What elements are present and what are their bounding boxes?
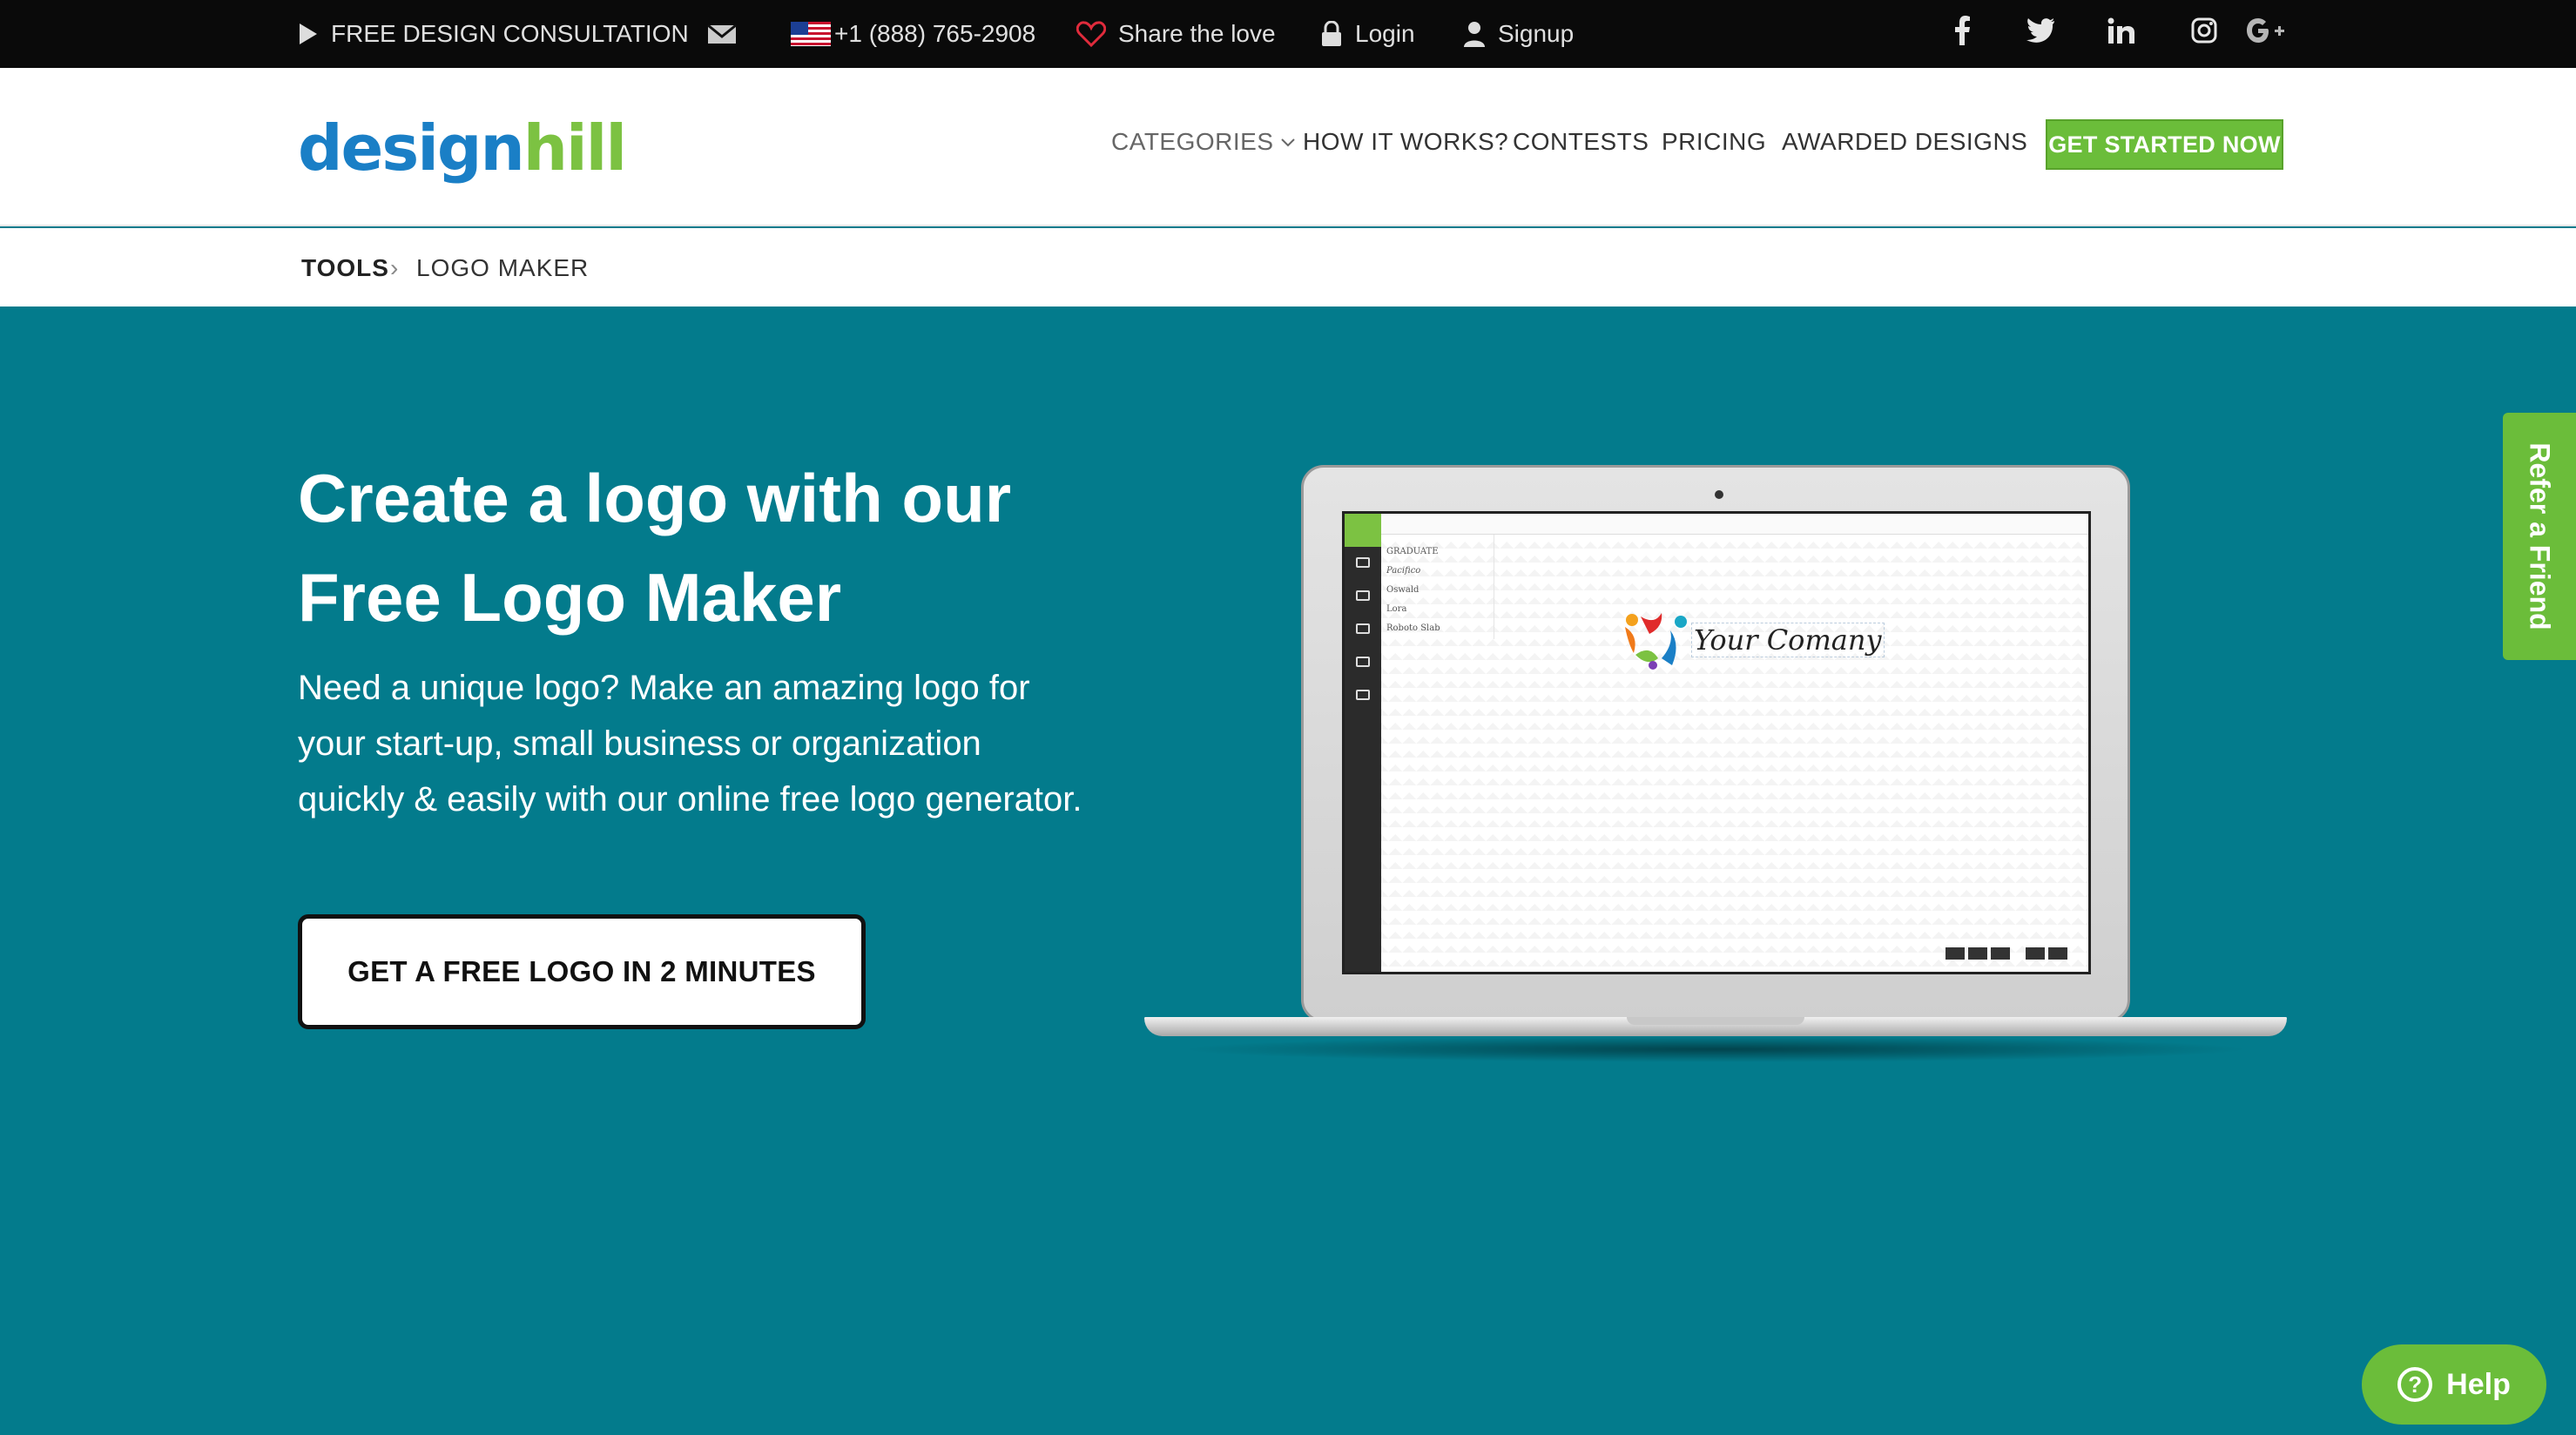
mock-font-list: GRADUATE Pacifico Oswald Lora Roboto Sla…	[1381, 535, 1494, 639]
hero-description-line-1: Need a unique logo? Make an amazing logo…	[298, 669, 1030, 707]
login-link[interactable]: Login	[1320, 0, 1415, 68]
help-label: Help	[2446, 1367, 2511, 1401]
mock-logo-mark-icon	[1625, 613, 1687, 670]
get-started-button[interactable]: GET STARTED NOW	[2046, 119, 2283, 170]
nav-pricing-label: PRICING	[1662, 128, 1767, 155]
hero-title: Create a logo with our Free Logo Maker	[298, 448, 1169, 647]
hero-title-line-1: Create a logo with our	[298, 460, 1012, 536]
free-consultation-label: FREE DESIGN CONSULTATION	[331, 20, 689, 47]
refer-a-friend-tab[interactable]: Refer a Friend	[2503, 413, 2576, 660]
help-button[interactable]: ? Help	[2362, 1344, 2546, 1425]
laptop-shadow	[1179, 1036, 2252, 1062]
facebook-icon[interactable]	[1954, 0, 1970, 61]
refer-a-friend-label: Refer a Friend	[2524, 442, 2556, 630]
mock-keyboard-icon	[2026, 947, 2045, 960]
nav-categories-label: CATEGORIES	[1111, 128, 1274, 155]
laptop-notch	[1627, 1017, 1804, 1025]
google-plus-icon[interactable]	[2247, 0, 2287, 61]
mock-font-item: Lora	[1386, 604, 1407, 614]
signup-link[interactable]: Signup	[1463, 0, 1574, 68]
mock-preview-icon	[1356, 657, 1370, 667]
nav-how-it-works[interactable]: HOW IT WORKS?	[1303, 122, 1508, 162]
mock-sidebar	[1345, 514, 1381, 972]
top-bar: FREE DESIGN CONSULTATION +1 (888) 765-29…	[0, 0, 2576, 68]
breadcrumb: TOOLS › LOGO MAKER	[0, 228, 2576, 307]
question-icon: ?	[2397, 1367, 2433, 1402]
hero-description-line-2: your start-up, small business or organiz…	[298, 724, 981, 763]
mock-font-item: Oswald	[1386, 585, 1419, 595]
mock-bottom-controls	[1945, 947, 2067, 960]
instagram-icon[interactable]	[2191, 0, 2217, 61]
phone-number: +1 (888) 765-2908	[834, 20, 1036, 47]
linkedin-icon[interactable]	[2107, 0, 2135, 61]
breadcrumb-tools[interactable]: TOOLS	[301, 254, 389, 282]
nav-contests[interactable]: CONTESTS	[1513, 122, 1649, 162]
breadcrumb-separator: ›	[390, 254, 399, 281]
laptop-lid: GRADUATE Pacifico Oswald Lora Roboto Sla…	[1301, 465, 2130, 1022]
mock-refresh-icon	[1991, 947, 2010, 960]
nav-awarded-designs[interactable]: AWARDED DESIGNS	[1782, 122, 2027, 162]
laptop-camera	[1715, 490, 1723, 499]
main-header: designhill CATEGORIES HOW IT WORKS? CONT…	[0, 68, 2576, 226]
mock-undo-icon	[1945, 947, 1965, 960]
free-logo-button[interactable]: GET A FREE LOGO IN 2 MINUTES	[298, 914, 866, 1029]
twitter-icon[interactable]	[2026, 0, 2055, 61]
laptop-screen: GRADUATE Pacifico Oswald Lora Roboto Sla…	[1342, 511, 2091, 974]
nav-categories[interactable]: CATEGORIES	[1111, 122, 1297, 162]
mock-help-icon	[2048, 947, 2067, 960]
mock-redo-icon	[1968, 947, 1987, 960]
designhill-logo[interactable]: designhill	[298, 111, 627, 185]
mock-font-item: Pacifico	[1386, 566, 1421, 576]
us-flag-icon	[791, 22, 831, 46]
mock-frame-tool-icon	[1356, 623, 1370, 634]
hero-title-line-2: Free Logo Maker	[298, 559, 842, 636]
mock-text-tool-icon	[1345, 514, 1381, 547]
share-the-love-link[interactable]: Share the love	[1076, 0, 1276, 68]
login-label: Login	[1355, 20, 1415, 47]
mock-logo-preview: Your Comany	[1623, 610, 1885, 670]
phone-link[interactable]: +1 (888) 765-2908	[791, 0, 1035, 68]
nav-how-it-works-label: HOW IT WORKS?	[1303, 128, 1509, 155]
email-link[interactable]	[707, 0, 737, 68]
logo-part-design: design	[298, 111, 525, 185]
free-logo-button-label: GET A FREE LOGO IN 2 MINUTES	[347, 955, 816, 987]
heart-icon	[1076, 21, 1106, 47]
mock-font-item: GRADUATE	[1386, 547, 1439, 556]
hero-description-line-3: quickly & easily with our online free lo…	[298, 780, 1082, 819]
envelope-icon	[707, 24, 737, 44]
mock-save-icon	[1356, 690, 1370, 700]
mock-font-item: Roboto Slab	[1386, 623, 1440, 633]
signup-label: Signup	[1498, 20, 1575, 47]
user-icon	[1464, 22, 1485, 47]
nav-contests-label: CONTESTS	[1513, 128, 1649, 155]
mock-icon-tool-icon	[1356, 590, 1370, 601]
nav-awarded-designs-label: AWARDED DESIGNS	[1782, 128, 2028, 155]
free-consultation-link[interactable]: FREE DESIGN CONSULTATION	[298, 0, 689, 68]
mock-logo-text: Your Comany	[1691, 623, 1885, 657]
play-icon	[300, 24, 317, 44]
get-started-label: GET STARTED NOW	[2048, 131, 2281, 158]
mock-toolbar	[1381, 514, 2088, 535]
breadcrumb-current: LOGO MAKER	[416, 254, 590, 281]
chevron-down-icon	[1280, 138, 1295, 147]
lock-icon	[1322, 21, 1341, 46]
hero-description: Need a unique logo? Make an amazing logo…	[298, 660, 1099, 827]
mock-line-tool-icon	[1356, 557, 1370, 568]
nav-pricing[interactable]: PRICING	[1662, 122, 1766, 162]
laptop-mockup: GRADUATE Pacifico Oswald Lora Roboto Sla…	[1144, 463, 2287, 1073]
logo-part-hill: hill	[523, 111, 627, 185]
share-the-love-label: Share the love	[1118, 20, 1276, 47]
